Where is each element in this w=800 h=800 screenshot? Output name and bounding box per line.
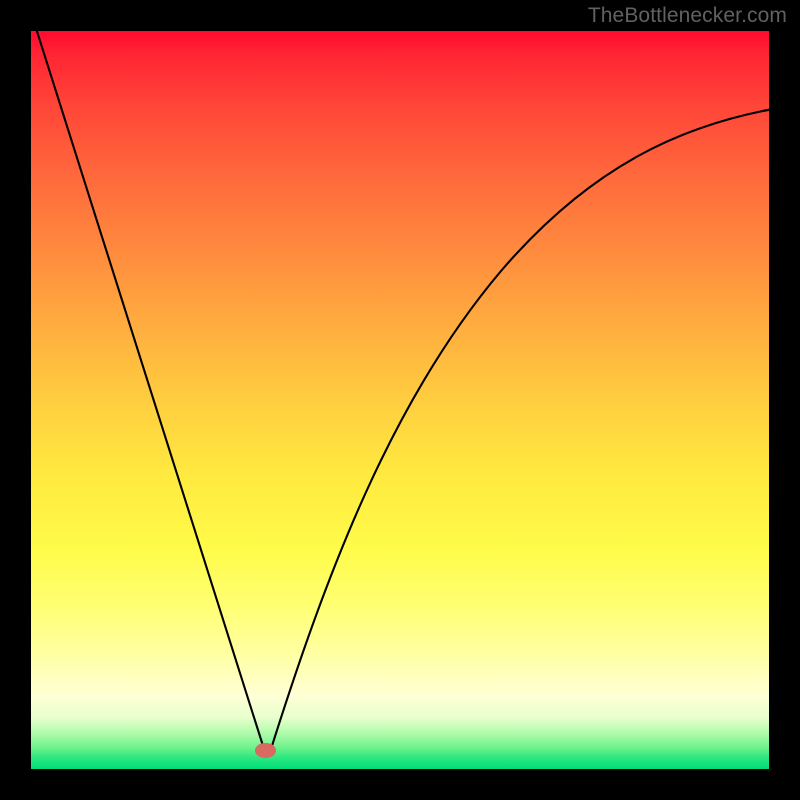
watermark-text: TheBottlenecker.com <box>588 4 787 28</box>
plot-area <box>31 31 769 769</box>
curve-layer <box>31 31 769 769</box>
bottleneck-curve <box>35 31 769 753</box>
chart-frame: TheBottlenecker.com <box>0 0 800 800</box>
minimum-marker <box>255 743 276 758</box>
